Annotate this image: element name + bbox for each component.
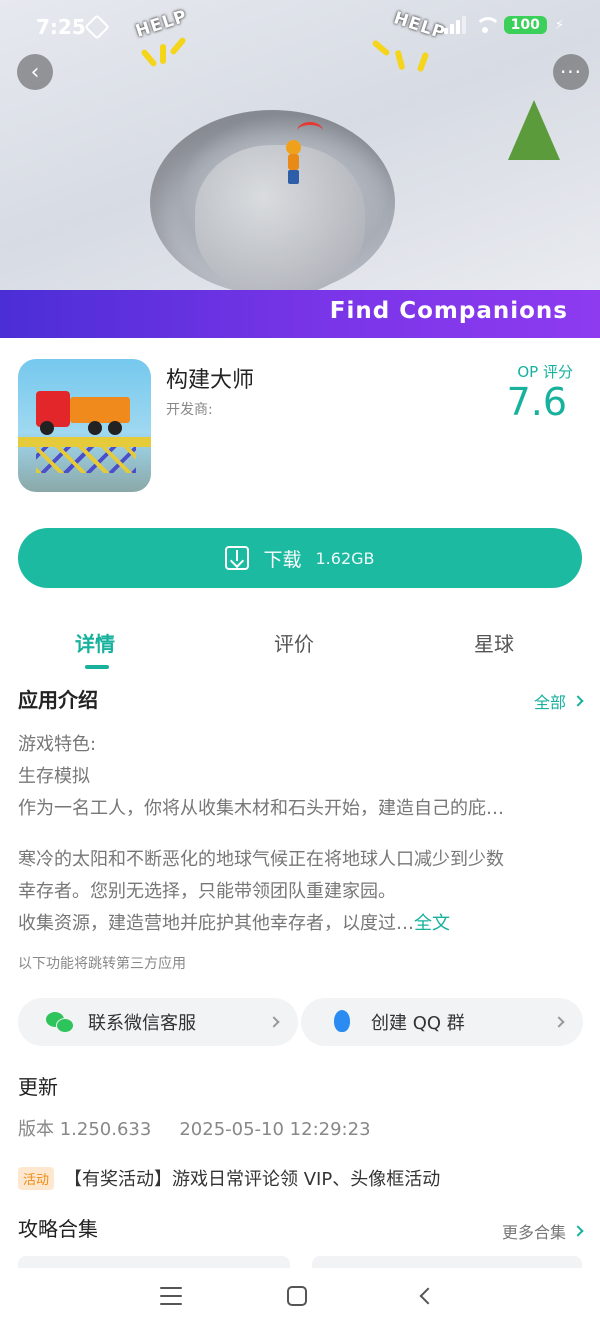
intro-line: 游戏特色:	[18, 734, 97, 755]
home-icon[interactable]	[287, 1286, 307, 1306]
tab-reviews[interactable]: 评价	[274, 628, 314, 657]
strategy-card[interactable]	[18, 1256, 290, 1268]
app-icon	[18, 359, 151, 492]
developer-label: 开发商:	[166, 402, 213, 418]
tab-planet[interactable]: 星球	[474, 628, 514, 657]
more-options-button[interactable]: ···	[553, 54, 589, 90]
wechat-support-button[interactable]: 联系微信客服	[18, 998, 298, 1046]
status-time: 7:25	[36, 15, 86, 39]
intro-section-title: 应用介绍	[18, 688, 98, 712]
wechat-icon	[46, 1010, 74, 1034]
intro-line: 生存模拟	[18, 766, 90, 787]
activity-banner[interactable]: 活动 【有奖活动】游戏日常评论领 VIP、头像框活动	[18, 1165, 440, 1191]
app-notification-icon	[84, 14, 110, 40]
cellular-signal-icon	[443, 16, 466, 34]
create-qq-group-button[interactable]: 创建 QQ 群	[301, 998, 583, 1046]
snow-mound	[195, 145, 365, 295]
back-button[interactable]: ‹	[17, 54, 53, 90]
status-indicators: 100 ⚡	[443, 16, 564, 34]
menu-icon[interactable]	[160, 1287, 182, 1305]
update-meta: 版本 1.250.633 2025-05-10 12:29:23	[18, 1115, 371, 1141]
strategy-section-title: 攻略合集	[18, 1217, 98, 1241]
status-bar: 7:25 100 ⚡	[0, 0, 600, 56]
download-button[interactable]: 下载 1.62GB	[18, 528, 582, 588]
intro-all-link[interactable]: 全部	[533, 689, 584, 713]
third-party-note: 以下功能将跳转第三方应用	[18, 956, 186, 972]
download-icon	[225, 546, 250, 570]
chevron-right-icon	[553, 1016, 565, 1028]
download-size: 1.62GB	[315, 548, 375, 568]
intro-line-last: 收集资源，建造营地并庇护其他幸存者，以度过…全文	[18, 909, 450, 935]
strategy-card[interactable]	[312, 1256, 582, 1268]
worker-figure	[283, 140, 303, 186]
system-navigation-bar	[0, 1268, 600, 1333]
activity-text: 【有奖活动】游戏日常评论领 VIP、头像框活动	[64, 1169, 441, 1190]
intro-line: 寒冷的太阳和不断恶化的地球气候正在将地球人口减少到少数	[18, 849, 504, 870]
app-name: 构建大师	[166, 368, 255, 393]
intro-line: 收集资源，建造营地并庇护其他幸存者，以度过…	[18, 913, 414, 934]
charging-icon: ⚡	[554, 17, 564, 33]
qq-icon	[329, 1010, 357, 1034]
chevron-right-icon	[572, 1225, 584, 1237]
strategy-more-link[interactable]: 更多合集	[501, 1219, 584, 1243]
back-icon[interactable]	[419, 1287, 437, 1305]
rating-label: OP 评分	[517, 363, 573, 381]
update-date: 2025-05-10 12:29:23	[179, 1119, 371, 1140]
update-section-title: 更新	[18, 1075, 58, 1099]
version-text: 版本 1.250.633	[18, 1119, 152, 1140]
intro-all-label: 全部	[533, 693, 566, 712]
strategy-more-label: 更多合集	[501, 1223, 566, 1242]
wechat-support-label: 联系微信客服	[88, 1013, 196, 1034]
rating-value: 7.6	[506, 380, 567, 424]
chevron-right-icon	[572, 695, 584, 707]
wifi-icon	[474, 17, 501, 33]
chevron-right-icon	[268, 1016, 280, 1028]
pine-tree	[508, 100, 560, 160]
battery-indicator: 100	[503, 16, 547, 34]
full-text-link[interactable]: 全文	[414, 913, 450, 934]
intro-line: 作为一名工人，你将从收集木材和石头开始，建造自己的庇…	[18, 798, 504, 819]
intro-line: 幸存者。您别无选择，只能带领团队重建家园。	[18, 881, 396, 902]
signal-icon	[297, 122, 323, 140]
create-qq-group-label: 创建 QQ 群	[371, 1013, 465, 1034]
download-label: 下载	[263, 548, 302, 571]
promo-text: Find Companions	[329, 298, 568, 324]
activity-badge: 活动	[18, 1166, 55, 1190]
active-tab-indicator	[85, 665, 109, 669]
tab-details[interactable]: 详情	[75, 628, 115, 657]
